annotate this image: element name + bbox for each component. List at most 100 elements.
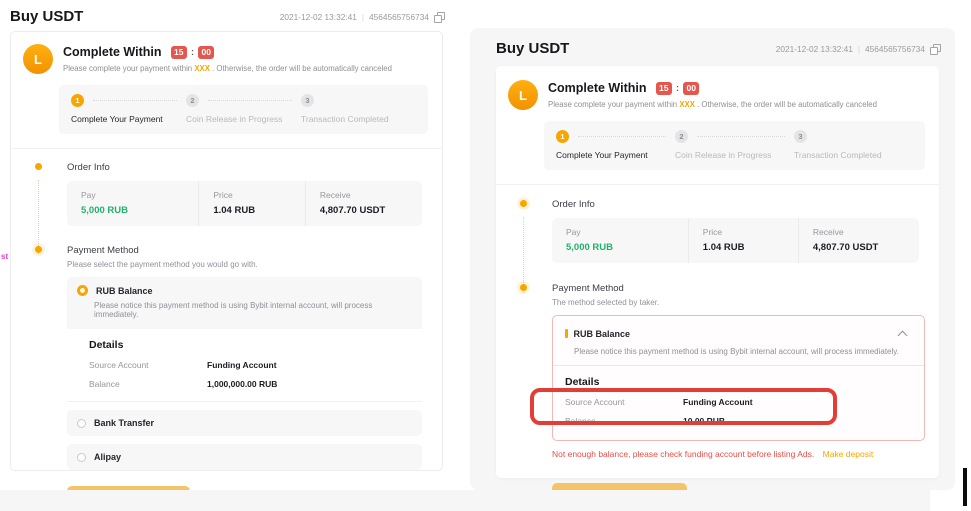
- alipay-label: Alipay: [94, 452, 121, 462]
- divider: [11, 148, 442, 149]
- step-2-dot: 2: [675, 130, 688, 143]
- page-title: Buy USDT: [10, 8, 83, 25]
- section-bullet-icon: [520, 284, 527, 291]
- payment-method-subtitle: The method selected by taker.: [552, 298, 929, 307]
- pay-column: Pay 5,000 RUB: [67, 181, 198, 226]
- step-1-label: Complete Your Payment: [556, 150, 675, 160]
- progress-steps: 1 Complete Your Payment 2 Coin Release i…: [544, 121, 925, 170]
- price-label: Price: [703, 227, 798, 237]
- order-meta: 2021-12-02 13:32:41 | 4564565756734: [776, 44, 939, 54]
- order-info-box: Pay 5,000 RUB Price 1.04 RUB Receive 4,8…: [67, 181, 422, 226]
- price-column: Price 1.04 RUB: [688, 218, 798, 263]
- balance-label: Balance: [89, 379, 207, 389]
- radio-icon[interactable]: [77, 453, 86, 462]
- order-card: L Complete Within 15 : 00 Please complet…: [496, 66, 939, 478]
- rub-balance-notice: Please notice this payment method is usi…: [94, 301, 412, 319]
- balance-row: Balance 10.00 RUB: [565, 416, 912, 426]
- order-info-section: Order Info Pay 5,000 RUB Price 1.04 RUB …: [508, 199, 929, 263]
- step-coin-release: 2 Coin Release in Progress: [675, 130, 794, 160]
- price-value: 1.04 RUB: [703, 242, 798, 253]
- details-heading: Details: [89, 339, 412, 351]
- source-account-row: Source Account Funding Account: [565, 397, 912, 407]
- rub-balance-option[interactable]: RUB Balance Please notice this payment m…: [553, 316, 924, 365]
- meta-separator: |: [858, 44, 860, 54]
- step-2-label: Coin Release in Progress: [675, 150, 794, 160]
- receive-column: Receive 4,807.70 USDT: [798, 218, 919, 263]
- source-account-label: Source Account: [89, 360, 207, 370]
- order-info-box: Pay 5,000 RUB Price 1.04 RUB Receive 4,8…: [552, 218, 919, 263]
- order-header: Buy USDT 2021-12-02 13:32:41 | 456456575…: [496, 40, 939, 57]
- make-deposit-link[interactable]: Make deposit: [823, 449, 874, 459]
- alipay-option[interactable]: Alipay: [67, 444, 422, 470]
- timer-colon: :: [676, 83, 679, 93]
- timer-notice: Please complete your payment within XXX …: [548, 100, 877, 109]
- rub-balance-method: RUB Balance Please notice this payment m…: [552, 315, 925, 441]
- accent-bar-icon: [565, 329, 568, 338]
- timer-colon: :: [191, 47, 194, 57]
- order-timestamp: 2021-12-02 13:32:41: [280, 12, 357, 22]
- order-meta: 2021-12-02 13:32:41 | 4564565756734: [280, 12, 443, 22]
- source-account-value: Funding Account: [683, 397, 753, 407]
- step-complete-payment: 1 Complete Your Payment: [556, 130, 675, 160]
- copy-icon[interactable]: [930, 44, 939, 53]
- balance-value: 10.00 RUB: [683, 416, 725, 426]
- source-account-label: Source Account: [565, 397, 683, 407]
- payment-method-subtitle: Please select the payment method you wou…: [67, 260, 432, 269]
- bottom-strip: [0, 490, 930, 511]
- payment-method-heading: Payment Method: [552, 283, 929, 294]
- order-sections: Order Info Pay 5,000 RUB Price 1.04 RUB …: [23, 162, 432, 511]
- pay-label: Pay: [566, 227, 688, 237]
- price-value: 1.04 RUB: [213, 205, 305, 216]
- step-2-label: Coin Release in Progress: [186, 114, 301, 124]
- section-bullet-icon: [35, 246, 42, 253]
- rub-balance-method: RUB Balance Please notice this payment m…: [67, 277, 422, 402]
- error-text: Not enough balance, please check funding…: [552, 449, 814, 459]
- page: Buy USDT 2021-12-02 13:32:41 | 456456575…: [0, 0, 971, 511]
- payment-method-section: Payment Method The method selected by ta…: [508, 283, 929, 511]
- rub-balance-label: RUB Balance: [574, 329, 631, 339]
- complete-within-title: Complete Within: [548, 81, 647, 95]
- payment-method-heading: Payment Method: [67, 245, 432, 256]
- timer-notice-text: Please complete your payment within: [548, 100, 679, 109]
- order-sections: Order Info Pay 5,000 RUB Price 1.04 RUB …: [508, 199, 929, 511]
- order-timestamp: 2021-12-02 13:32:41: [776, 44, 853, 54]
- radio-icon[interactable]: [77, 419, 86, 428]
- timer-notice-tail: . Otherwise, the order will be automatic…: [210, 64, 392, 73]
- step-connector: [208, 100, 292, 101]
- order-window-maker: Buy USDT 2021-12-02 13:32:41 | 456456575…: [10, 8, 443, 471]
- section-bullet-icon: [35, 163, 42, 170]
- clock-icon: L: [23, 44, 53, 74]
- edge-text-fragment: st: [1, 252, 8, 261]
- price-column: Price 1.04 RUB: [198, 181, 305, 226]
- complete-within-title: Complete Within: [63, 45, 162, 59]
- rub-balance-option[interactable]: RUB Balance Please notice this payment m…: [67, 277, 422, 329]
- complete-within-texts: Complete Within 15 : 00 Please complete …: [63, 44, 392, 74]
- timer-notice-highlight: XXX: [194, 64, 210, 73]
- step-3-dot: 3: [301, 94, 314, 107]
- receive-value: 4,807.70 USDT: [320, 205, 422, 216]
- complete-within-texts: Complete Within 15 : 00 Please complete …: [548, 80, 877, 110]
- copy-icon[interactable]: [434, 12, 443, 21]
- details-heading: Details: [565, 376, 912, 388]
- receive-column: Receive 4,807.70 USDT: [305, 181, 422, 226]
- pay-column: Pay 5,000 RUB: [552, 218, 688, 263]
- rub-balance-notice: Please notice this payment method is usi…: [574, 347, 899, 356]
- step-connector: [93, 100, 177, 101]
- timer-notice-tail: . Otherwise, the order will be automatic…: [695, 100, 877, 109]
- order-card: L Complete Within 15 : 00 Please complet…: [10, 31, 443, 471]
- balance-label: Balance: [565, 416, 683, 426]
- radio-selected-icon[interactable]: [77, 285, 88, 296]
- bank-transfer-option[interactable]: Bank Transfer: [67, 410, 422, 436]
- timer-minutes-badge: 15: [171, 46, 187, 59]
- step-1-dot: 1: [556, 130, 569, 143]
- timer-notice-highlight: XXX: [679, 100, 695, 109]
- timer-seconds-badge: 00: [198, 46, 214, 59]
- step-3-label: Transaction Completed: [301, 114, 416, 124]
- timer-minutes-badge: 15: [656, 82, 672, 95]
- bank-transfer-label: Bank Transfer: [94, 418, 154, 428]
- clock-icon: L: [508, 80, 538, 110]
- complete-within-block: L Complete Within 15 : 00 Please complet…: [23, 44, 432, 74]
- step-transaction-completed: 3 Transaction Completed: [301, 94, 416, 124]
- section-bullet-icon: [520, 200, 527, 207]
- chevron-up-icon[interactable]: [898, 331, 908, 341]
